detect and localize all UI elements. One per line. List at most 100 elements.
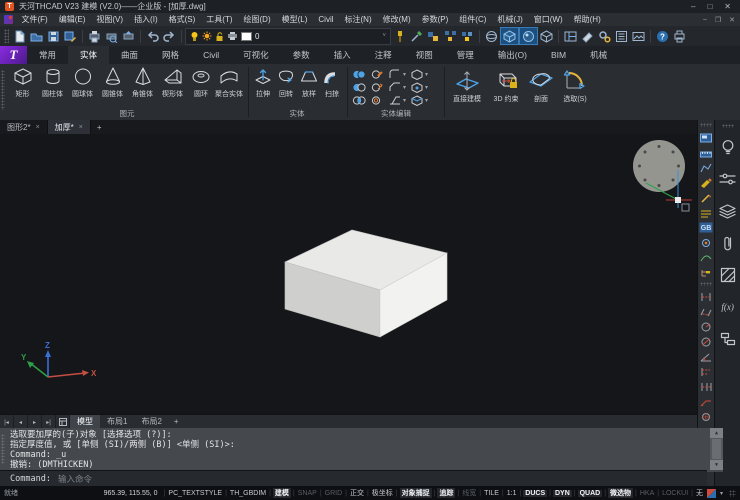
- match-properties-icon[interactable]: [391, 28, 408, 44]
- mdi-minimize-button[interactable]: –: [703, 16, 707, 24]
- new-file-icon[interactable]: [11, 28, 28, 44]
- save-as-icon[interactable]: [62, 28, 79, 44]
- imprint-icon[interactable]: ▾: [410, 94, 432, 107]
- intersect-icon[interactable]: [352, 94, 368, 107]
- extrude-face-icon[interactable]: [370, 68, 386, 81]
- shell-icon[interactable]: ▾: [410, 81, 432, 94]
- tab-output[interactable]: 输出(O): [486, 46, 539, 64]
- help-icon[interactable]: ?: [654, 28, 671, 44]
- command-history[interactable]: 选取要加厚的(子)对象 [选择选项 (?)]: 指定厚度值, 或 [单侧 (SI…: [0, 428, 723, 472]
- close-icon[interactable]: ×: [79, 124, 83, 131]
- first-layout-button[interactable]: |◂: [0, 415, 14, 429]
- image-icon[interactable]: [630, 28, 647, 44]
- thcad-brand-icon[interactable]: T: [0, 46, 27, 64]
- menu-parametric[interactable]: 参数(P): [416, 14, 454, 25]
- section-button[interactable]: 剖面: [526, 67, 556, 104]
- toggle-lockui[interactable]: LOCKUI: [661, 490, 689, 497]
- tab-solid[interactable]: 实体: [68, 46, 109, 64]
- tab-visualize[interactable]: 可视化: [231, 46, 281, 64]
- toggle-osnap[interactable]: 对象捕捉: [400, 488, 432, 498]
- list-view-icon[interactable]: [613, 28, 630, 44]
- extrude-button[interactable]: 拉伸: [252, 66, 274, 99]
- dim-radius-icon[interactable]: [699, 320, 713, 333]
- toggle-dyn[interactable]: DYN: [553, 490, 572, 497]
- polyline-icon[interactable]: [699, 161, 713, 174]
- sphere-primitive-button[interactable]: 圆球体: [68, 66, 97, 99]
- tab-home[interactable]: 常用: [27, 46, 68, 64]
- last-layout-button[interactable]: ▸|: [42, 415, 56, 429]
- menu-mechanical[interactable]: 机械(J): [492, 14, 528, 25]
- settings-gears-icon[interactable]: [596, 28, 613, 44]
- named-views-icon[interactable]: [699, 131, 713, 144]
- tab-surface[interactable]: 曲面: [109, 46, 150, 64]
- toggle-modeling[interactable]: 建模: [273, 488, 291, 498]
- markup-brush-icon[interactable]: [699, 176, 713, 189]
- lightbulb-icon[interactable]: [719, 138, 737, 156]
- revolve-button[interactable]: 回转: [275, 66, 297, 99]
- toggle-grid[interactable]: GRID: [324, 490, 344, 497]
- tab-civil[interactable]: Civil: [191, 46, 231, 64]
- open-file-icon[interactable]: [28, 28, 45, 44]
- doc-tab-drawing2[interactable]: 图形2* ×: [0, 120, 48, 134]
- tab-layout2[interactable]: 布局2: [134, 415, 168, 429]
- menu-insert[interactable]: 插入(I): [129, 14, 164, 25]
- gb-standard-icon[interactable]: GB: [699, 221, 713, 234]
- tab-model[interactable]: 模型: [70, 415, 100, 429]
- subtract-icon[interactable]: [352, 81, 368, 94]
- toolbar-grip[interactable]: [700, 282, 712, 286]
- taper-face-icon[interactable]: ▾: [388, 94, 408, 107]
- torus-primitive-button[interactable]: 圆环: [188, 66, 214, 99]
- loft-button[interactable]: 放样: [298, 66, 320, 99]
- toggle-lineweight[interactable]: 线宽: [461, 488, 477, 498]
- dim-linear-icon[interactable]: [699, 290, 713, 303]
- sketch-lines-icon[interactable]: [699, 206, 713, 219]
- tab-layout1[interactable]: 布局1: [100, 415, 134, 429]
- mdi-restore-button[interactable]: ❐: [715, 16, 721, 24]
- toggle-hka[interactable]: HKA: [639, 490, 655, 497]
- annotation-scale-icon[interactable]: [707, 489, 716, 498]
- menu-help[interactable]: 帮助(H): [568, 14, 606, 25]
- move-face-icon[interactable]: [370, 81, 386, 94]
- close-button[interactable]: ✕: [724, 2, 731, 11]
- toggle-dimstyle[interactable]: TH_GBDIM: [229, 490, 267, 497]
- menu-dimension[interactable]: 标注(N): [339, 14, 377, 25]
- toggle-snap[interactable]: SNAP: [297, 490, 318, 497]
- minimize-button[interactable]: –: [691, 2, 695, 11]
- dim-baseline-icon[interactable]: [699, 365, 713, 378]
- toggle-ortho[interactable]: 正交: [349, 488, 365, 498]
- toolbar-grip[interactable]: [4, 29, 9, 43]
- tab-parametric[interactable]: 参数: [281, 46, 322, 64]
- hatch-grid-icon[interactable]: [719, 266, 737, 284]
- toggle-textstyle[interactable]: PC_TEXTSTYLE: [167, 490, 223, 497]
- toggle-quad[interactable]: QUAD: [578, 490, 603, 497]
- menu-modify[interactable]: 修改(M): [377, 14, 416, 25]
- offset-face-icon[interactable]: [370, 94, 386, 107]
- command-panel-grip[interactable]: [1, 434, 5, 464]
- menu-window[interactable]: 窗口(W): [528, 14, 568, 25]
- scrollbar-thumb[interactable]: [712, 439, 721, 459]
- chamfer-edge-icon[interactable]: ▾: [388, 81, 408, 94]
- batch-plot-icon[interactable]: [671, 28, 688, 44]
- close-icon[interactable]: ×: [36, 124, 40, 131]
- erase-icon[interactable]: [579, 28, 596, 44]
- scale-ruler-icon[interactable]: [699, 146, 713, 159]
- annotation-scale-value[interactable]: 无: [695, 488, 704, 498]
- polysolid-primitive-button[interactable]: 聚合实体: [212, 66, 246, 99]
- sweep-button[interactable]: 扫掠: [321, 66, 343, 99]
- dim-aligned-icon[interactable]: [699, 305, 713, 318]
- fillet-edge-icon[interactable]: ▾: [388, 68, 408, 81]
- orbit-icon[interactable]: [483, 28, 500, 44]
- new-drawing-tab-button[interactable]: +: [91, 120, 108, 134]
- menu-draw[interactable]: 绘图(D): [238, 14, 276, 25]
- dim-leader-icon[interactable]: [699, 395, 713, 408]
- menu-civil[interactable]: Civil: [313, 15, 339, 24]
- undo-icon[interactable]: [144, 28, 161, 44]
- layer-dropdown[interactable]: 0 ˅: [185, 28, 391, 45]
- mdi-close-button[interactable]: ✕: [729, 16, 735, 24]
- eyedropper-icon[interactable]: [408, 28, 425, 44]
- tab-bim[interactable]: BIM: [539, 46, 578, 64]
- node-edit-icon[interactable]: [699, 236, 713, 249]
- toggle-otrack[interactable]: 追踪: [437, 488, 455, 498]
- select-button[interactable]: 选取(S): [558, 67, 592, 104]
- chevron-down-icon[interactable]: ˅: [382, 33, 386, 39]
